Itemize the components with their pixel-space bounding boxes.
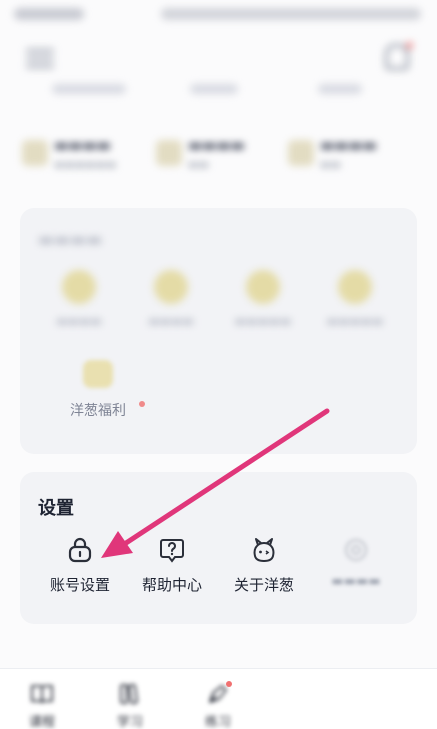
quick-link-icon — [22, 140, 48, 166]
tab-study-label: 学习 — [116, 715, 143, 729]
rights-item-icon — [246, 270, 280, 304]
quick-link-1[interactable]: ▬▬▬▬ ▬▬▬▬▬▬ — [22, 128, 152, 178]
account-settings-button[interactable]: 账号设置 — [34, 536, 126, 606]
rights-item-label: ▬▬▬▬▬ — [326, 314, 384, 328]
carrier-text — [14, 8, 84, 20]
bell-icon[interactable] — [385, 44, 409, 70]
tab-practice[interactable]: 练习 — [188, 681, 248, 729]
rights-item-icon — [154, 270, 188, 304]
help-bubble-icon — [160, 539, 184, 563]
tab-study[interactable]: 学习 — [100, 681, 160, 729]
onion-mascot-icon — [253, 538, 275, 563]
quick-link-sub: ▬▬▬▬▬▬ — [54, 158, 117, 171]
help-center-button[interactable]: 帮助中心 — [126, 536, 218, 606]
blurred-content: ▬▬▬▬ ▬▬▬▬▬▬ ▬▬▬▬ ▬▬ ▬▬▬▬ ▬▬ ▬▬▬▬ ▬▬▬▬ ▬▬… — [0, 0, 437, 470]
quick-link-3[interactable]: ▬▬▬▬ ▬▬ — [288, 128, 418, 178]
account-settings-label: 账号设置 — [49, 576, 110, 594]
settings-title: 设置 — [38, 498, 74, 519]
rights-item-label: ▬▬▬▬ — [148, 314, 194, 328]
status-icons — [161, 8, 421, 20]
help-center-label: 帮助中心 — [141, 576, 202, 594]
tab-course-label: 课程 — [28, 715, 55, 729]
welfare-badge-dot — [139, 401, 145, 407]
welfare-item[interactable]: 洋葱福利 — [48, 360, 148, 424]
strip-text-2 — [190, 84, 238, 94]
rights-item-label: ▬▬▬▬▬ — [234, 314, 292, 328]
book-icon — [31, 685, 53, 704]
rights-item-2[interactable]: ▬▬▬▬ — [126, 270, 216, 340]
gift-icon — [83, 360, 113, 388]
rights-item-label: ▬▬▬▬ — [56, 314, 102, 328]
about-onion-button[interactable]: 关于洋葱 — [218, 536, 310, 606]
quick-link-title: ▬▬▬▬ — [320, 136, 377, 154]
practice-badge-dot — [226, 681, 232, 687]
rights-item-icon — [62, 270, 96, 304]
menu-icon[interactable] — [26, 44, 54, 70]
strip-text-3 — [318, 84, 362, 94]
quick-link-title: ▬▬▬▬ — [188, 136, 245, 154]
about-onion-label: 关于洋葱 — [233, 576, 294, 594]
welfare-label: 洋葱福利 — [70, 403, 126, 419]
gear-icon — [345, 539, 367, 561]
settings-card: 设置 账号设置 帮助中心 关于洋葱 ▬▬▬▬ — [20, 472, 417, 624]
tab-course[interactable]: 课程 — [12, 681, 72, 729]
bottom-tab-bar: 课程 学习 练习 — [0, 668, 437, 729]
app-screen: ▬▬▬▬ ▬▬▬▬▬▬ ▬▬▬▬ ▬▬ ▬▬▬▬ ▬▬ ▬▬▬▬ ▬▬▬▬ ▬▬… — [0, 0, 437, 729]
rights-card: ▬▬▬▬ ▬▬▬▬ ▬▬▬▬ ▬▬▬▬▬ ▬▬▬▬▬ 洋葱福利 — [20, 208, 417, 454]
quick-link-icon — [288, 140, 314, 166]
header-bar — [0, 34, 437, 80]
quick-link-2[interactable]: ▬▬▬▬ ▬▬ — [156, 128, 286, 178]
other-settings-label: ▬▬▬▬ — [331, 574, 381, 589]
quick-link-title: ▬▬▬▬ — [54, 136, 111, 154]
notification-dot — [406, 42, 413, 49]
quick-link-sub: ▬▬ — [188, 158, 209, 171]
top-strip — [0, 76, 437, 106]
rights-item-1[interactable]: ▬▬▬▬ — [34, 270, 124, 340]
status-bar — [0, 0, 437, 34]
quick-links-row: ▬▬▬▬ ▬▬▬▬▬▬ ▬▬▬▬ ▬▬ ▬▬▬▬ ▬▬ — [0, 118, 437, 188]
tab-practice-label: 练习 — [204, 715, 231, 729]
lock-icon — [68, 537, 92, 563]
rights-item-4[interactable]: ▬▬▬▬▬ — [310, 270, 400, 340]
books-icon — [120, 683, 138, 705]
other-settings-button[interactable]: ▬▬▬▬ — [310, 536, 402, 606]
rights-item-icon — [338, 270, 372, 304]
rights-item-3[interactable]: ▬▬▬▬▬ — [218, 270, 308, 340]
quick-link-sub: ▬▬ — [320, 158, 341, 171]
rights-title: ▬▬▬▬ — [38, 230, 103, 250]
quick-link-icon — [156, 140, 182, 166]
strip-text-1 — [52, 84, 126, 94]
